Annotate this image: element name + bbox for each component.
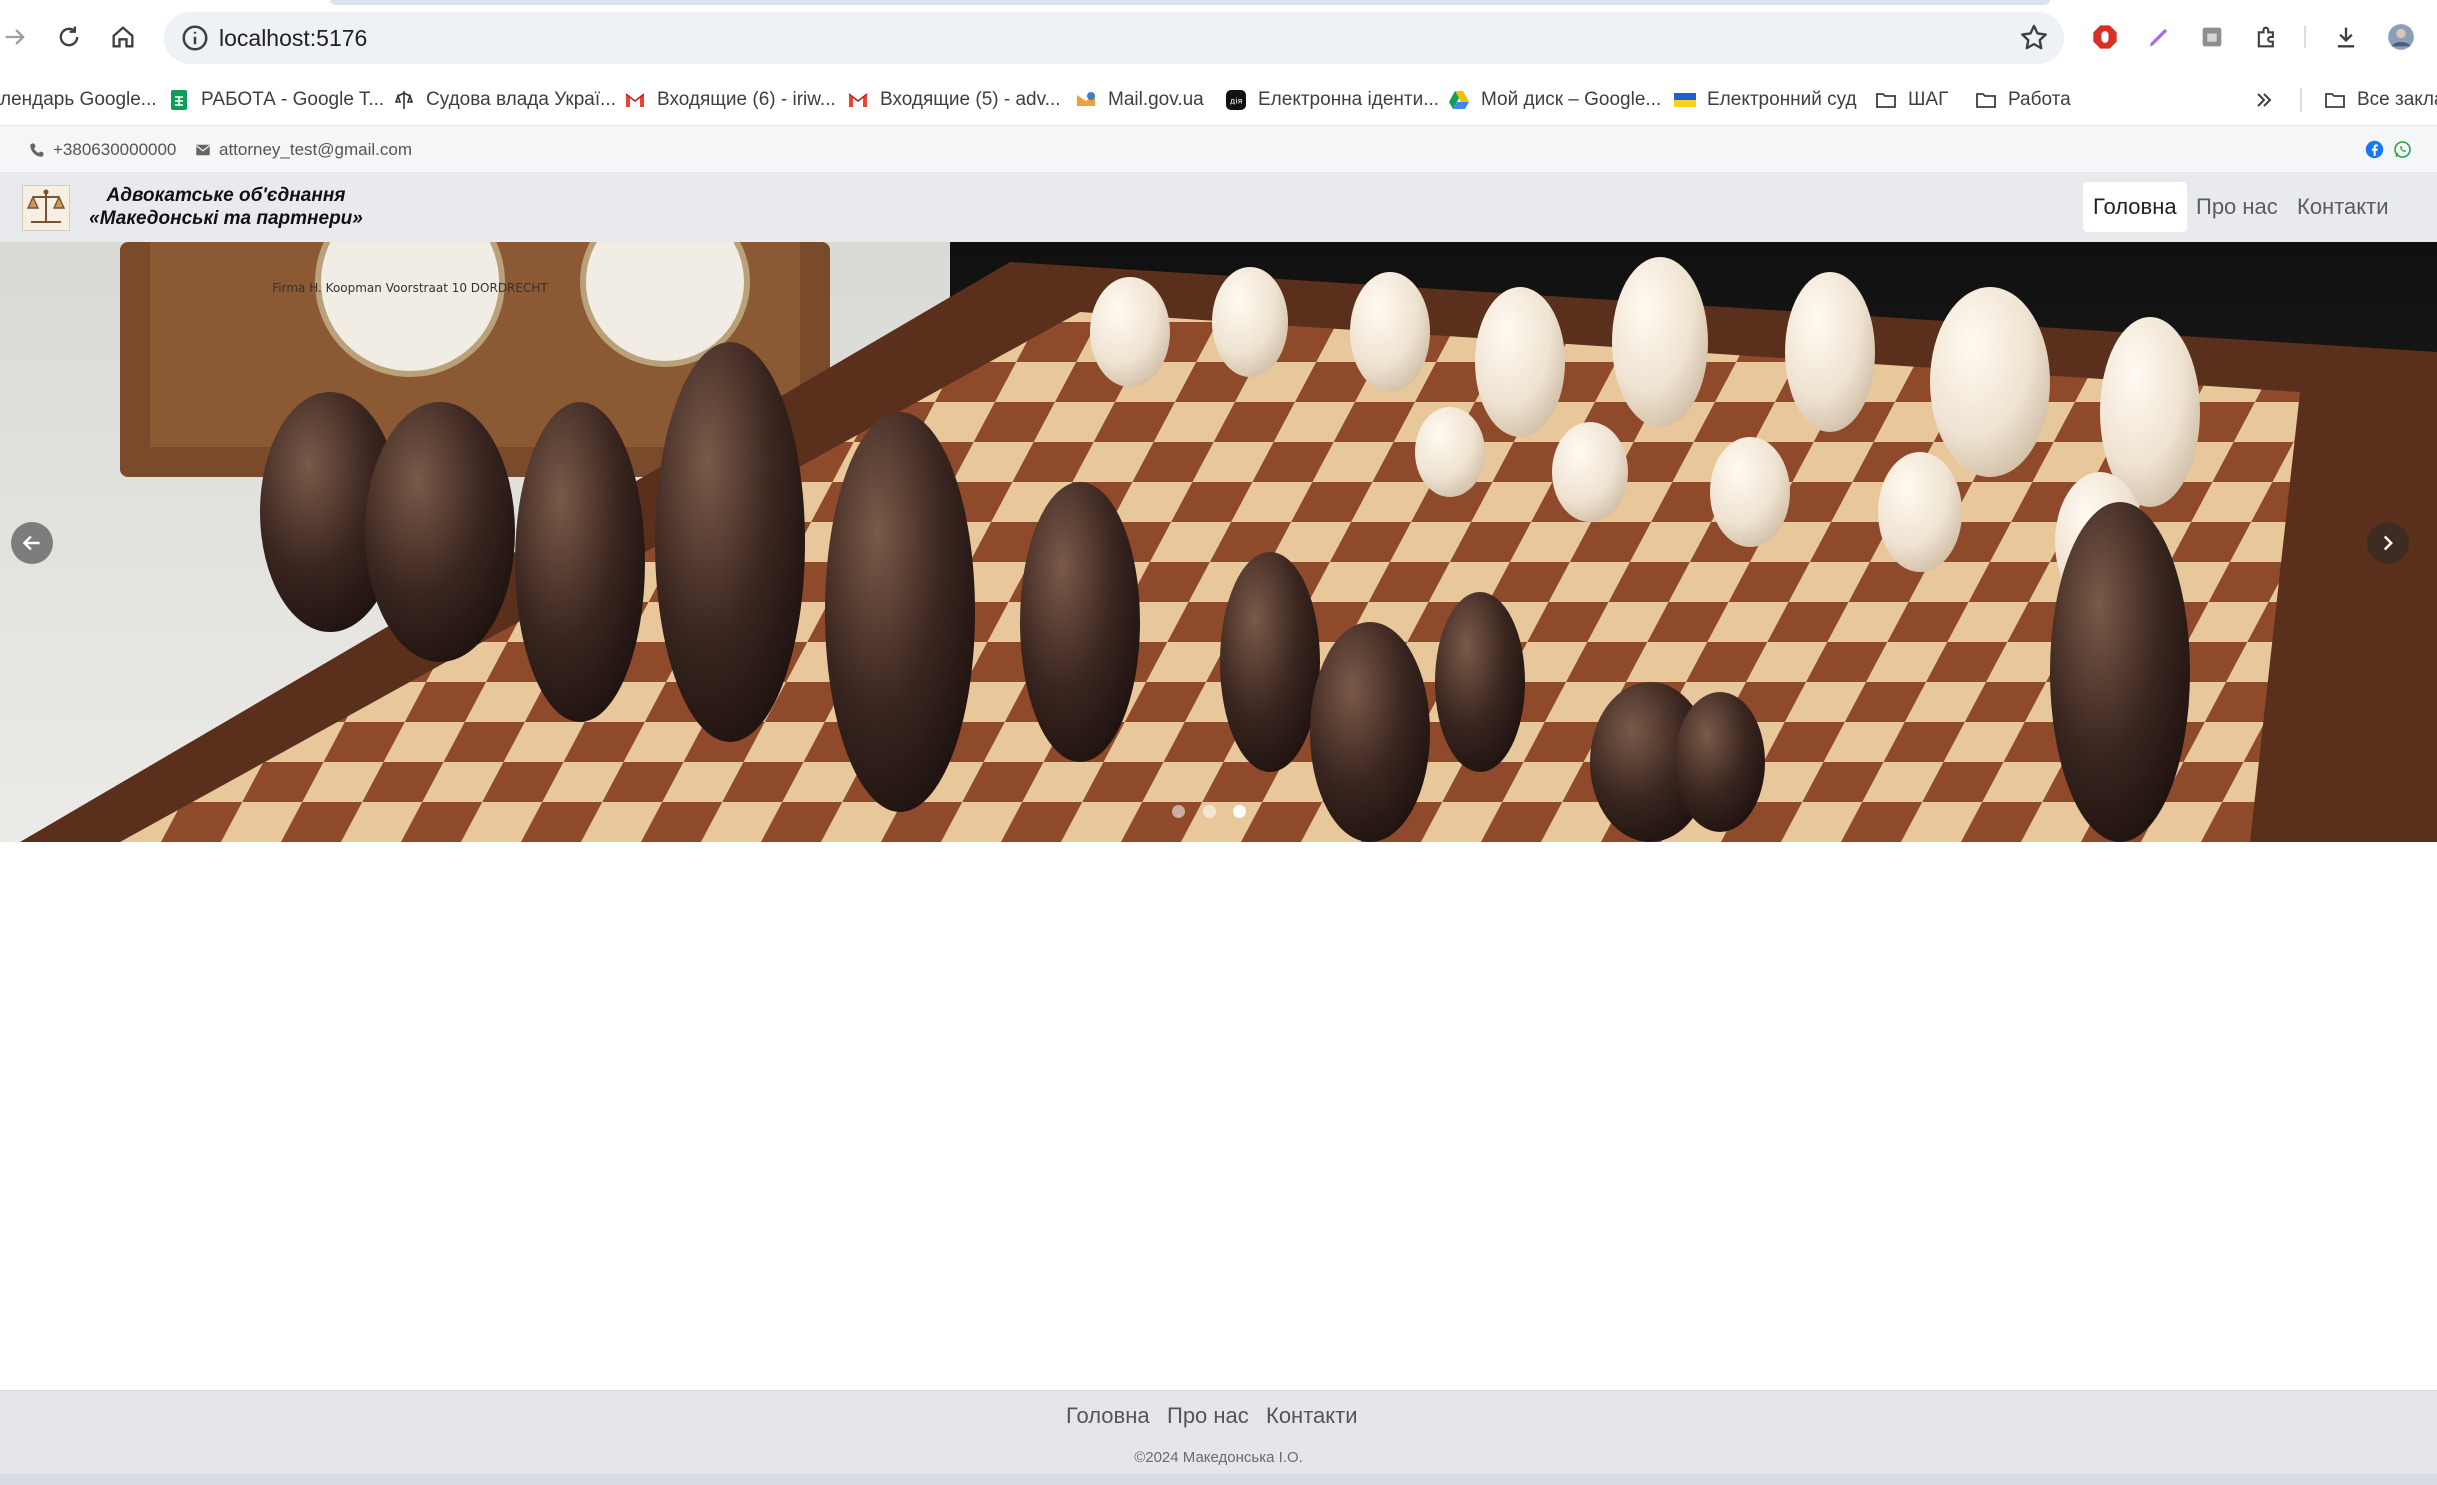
carousel-prev-button[interactable] — [11, 522, 53, 564]
firm-name-line-2: «Македонські та партнери» — [89, 208, 363, 229]
folder-icon — [1876, 93, 1896, 108]
bookmarks-bar: лендарь Google... РАБОТА - Google T... С… — [0, 75, 2437, 125]
bookmark-label: ШАГ — [1908, 89, 1949, 110]
bookmark-court[interactable]: Судова влада Украї... — [392, 75, 616, 125]
site-footer: Головна Про нас Контакти ©2024 Македонсь… — [0, 1390, 2437, 1475]
bookmark-rabota-sheets[interactable]: РАБОТА - Google T... — [167, 75, 384, 125]
bookmark-gmail-2[interactable]: Входящие (5) - adv... — [846, 75, 1061, 125]
drive-icon — [1449, 91, 1469, 109]
bookmark-star-icon[interactable] — [2018, 22, 2050, 54]
bookmark-label: Работа — [2008, 89, 2071, 110]
gmail-icon — [625, 93, 645, 107]
bookmark-label: Судова влада Украї... — [426, 89, 616, 110]
email-contact[interactable]: attorney_test@gmail.com — [194, 126, 412, 173]
facebook-icon[interactable] — [2365, 140, 2384, 159]
carousel-indicator-2[interactable] — [1203, 805, 1216, 818]
phone-contact[interactable]: +380630000000 — [28, 126, 176, 173]
chess-board-slide-image: Firma H. Koopman Voorstraat 10 DORDRECHT — [0, 242, 2437, 842]
phone-number: +380630000000 — [53, 139, 177, 159]
bookmark-diia[interactable]: дія Електронна іденти... — [1224, 75, 1439, 125]
profile-avatar-icon[interactable] — [2382, 18, 2420, 56]
envelope-icon — [195, 144, 211, 155]
bookmark-label: Входящие (6) - iriw... — [657, 89, 836, 110]
pen-extension-icon[interactable] — [2140, 18, 2178, 56]
forward-icon[interactable] — [0, 18, 34, 56]
contact-bar: +380630000000 attorney_test@gmail.com — [0, 125, 2437, 173]
bookmark-folder-shag[interactable]: ШАГ — [1874, 75, 1948, 125]
email-address: attorney_test@gmail.com — [219, 139, 413, 159]
nav-about[interactable]: Про нас — [2186, 182, 2288, 232]
bookmark-mail-gov[interactable]: Mail.gov.ua — [1074, 75, 1204, 125]
bookmark-label: Електронна іденти... — [1258, 89, 1440, 110]
more-bookmarks-button[interactable] — [2252, 75, 2286, 125]
diia-icon: дія — [1226, 90, 1246, 110]
double-chevron-right-icon — [2257, 93, 2272, 107]
all-bookmarks-folder[interactable]: Все закла — [2323, 75, 2437, 125]
bookmark-label: Mail.gov.ua — [1108, 89, 1204, 110]
gmail-icon — [848, 93, 868, 107]
address-bar[interactable]: localhost:5176 — [164, 12, 2064, 64]
bookmark-calendar[interactable]: лендарь Google... — [0, 75, 157, 125]
bookmark-label: Електронний суд — [1707, 89, 1857, 110]
extensions-puzzle-icon[interactable] — [2248, 18, 2286, 56]
footer-nav-home[interactable]: Головна — [1066, 1403, 1150, 1429]
copyright-text: ©2024 Македонська І.О. — [1134, 1449, 1303, 1466]
folder-icon — [2325, 93, 2345, 108]
tab-strip-edge — [330, 0, 2050, 5]
url-text[interactable]: localhost:5176 — [219, 23, 367, 53]
reload-icon[interactable] — [50, 18, 88, 56]
court-icon — [394, 91, 414, 109]
home-icon[interactable] — [104, 18, 142, 56]
carousel-next-button[interactable] — [2367, 522, 2409, 564]
nav-home[interactable]: Головна — [2083, 182, 2187, 232]
arrow-left-icon — [22, 535, 40, 551]
bookmark-folder-rabota[interactable]: Работа — [1974, 75, 2071, 125]
ukraine-flag-icon — [1674, 93, 1696, 107]
carousel-indicator-1[interactable] — [1172, 805, 1185, 818]
bookmark-gmail-1[interactable]: Входящие (6) - iriw... — [623, 75, 836, 125]
bookmarks-divider — [2300, 88, 2302, 112]
screenshot-extension-icon[interactable] — [2193, 18, 2231, 56]
firm-name[interactable]: Адвокатське об'єднання «Македонські та п… — [76, 184, 376, 230]
bookmark-label: Входящие (5) - adv... — [880, 89, 1061, 110]
firm-name-line-1: Адвокатське об'єднання — [106, 185, 346, 206]
folder-icon — [1976, 93, 1996, 108]
mail-gov-icon — [1077, 92, 1095, 106]
whatsapp-icon[interactable] — [2393, 140, 2412, 159]
nav-contacts[interactable]: Контакти — [2287, 182, 2399, 232]
browser-toolbar: localhost:5176 — [0, 0, 2437, 75]
chevron-right-icon — [2383, 535, 2393, 551]
sheets-icon — [171, 90, 187, 110]
download-icon[interactable] — [2327, 18, 2365, 56]
clock-brand-text: Firma H. Koopman Voorstraat 10 DORDRECHT — [272, 281, 548, 295]
bookmark-e-court[interactable]: Електронний суд — [1673, 75, 1857, 125]
bookmark-label: лендарь Google... — [0, 89, 157, 110]
taskbar-edge — [0, 1474, 2437, 1485]
hero-carousel: Firma H. Koopman Voorstraat 10 DORDRECHT — [0, 242, 2437, 842]
scales-of-justice-icon — [26, 189, 66, 223]
adblock-extension-icon[interactable] — [2086, 18, 2124, 56]
toolbar-divider — [2304, 26, 2306, 48]
site-header: Адвокатське об'єднання «Македонські та п… — [0, 172, 2437, 242]
bookmark-drive[interactable]: Мой диск – Google... — [1447, 75, 1661, 125]
site-info-icon[interactable] — [180, 23, 210, 53]
carousel-indicator-3[interactable] — [1233, 805, 1246, 818]
all-bookmarks-label: Все закла — [2357, 89, 2437, 110]
footer-nav-contacts[interactable]: Контакти — [1266, 1403, 1358, 1429]
bookmark-label: РАБОТА - Google T... — [201, 89, 385, 110]
bookmark-label: Мой диск – Google... — [1481, 89, 1662, 110]
footer-nav-about[interactable]: Про нас — [1167, 1403, 1249, 1429]
law-firm-logo[interactable] — [22, 185, 70, 231]
phone-icon — [30, 142, 44, 157]
svg-text:дія: дія — [1230, 97, 1243, 106]
